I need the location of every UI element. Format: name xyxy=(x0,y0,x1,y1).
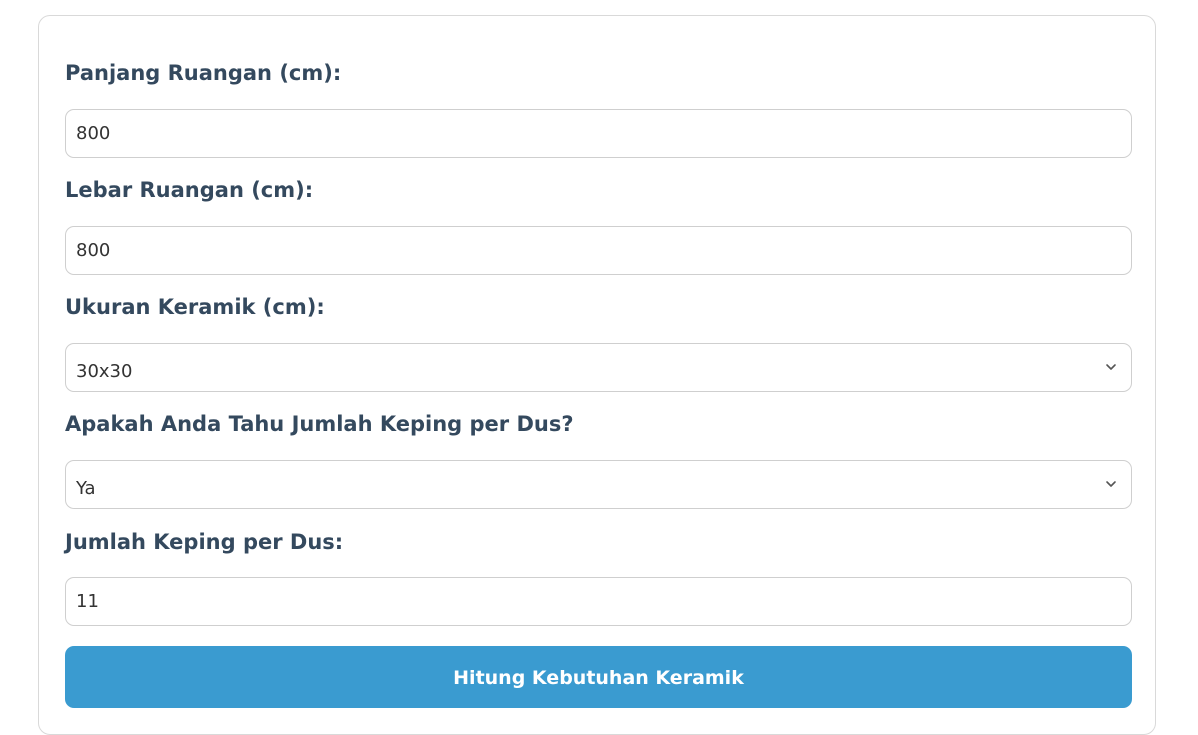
calculator-card: Panjang Ruangan (cm): Lebar Ruangan (cm)… xyxy=(38,15,1156,735)
pieces-per-box-label: Jumlah Keping per Dus: xyxy=(65,530,344,554)
room-width-input[interactable] xyxy=(65,226,1132,275)
room-length-input[interactable] xyxy=(65,109,1132,158)
room-width-label: Lebar Ruangan (cm): xyxy=(65,178,314,202)
know-pieces-label: Apakah Anda Tahu Jumlah Keping per Dus? xyxy=(65,412,574,436)
tile-size-selected-value: 30x30 xyxy=(76,361,133,382)
chevron-down-icon xyxy=(1106,481,1116,487)
chevron-down-icon xyxy=(1106,364,1116,370)
tile-size-label: Ukuran Keramik (cm): xyxy=(65,295,325,319)
pieces-per-box-input[interactable] xyxy=(65,577,1132,626)
know-pieces-selected-value: Ya xyxy=(76,478,96,499)
calculate-button[interactable]: Hitung Kebutuhan Keramik xyxy=(65,646,1132,708)
know-pieces-select[interactable]: Ya xyxy=(65,460,1132,509)
tile-size-select[interactable]: 30x30 xyxy=(65,343,1132,392)
room-length-label: Panjang Ruangan (cm): xyxy=(65,61,342,85)
